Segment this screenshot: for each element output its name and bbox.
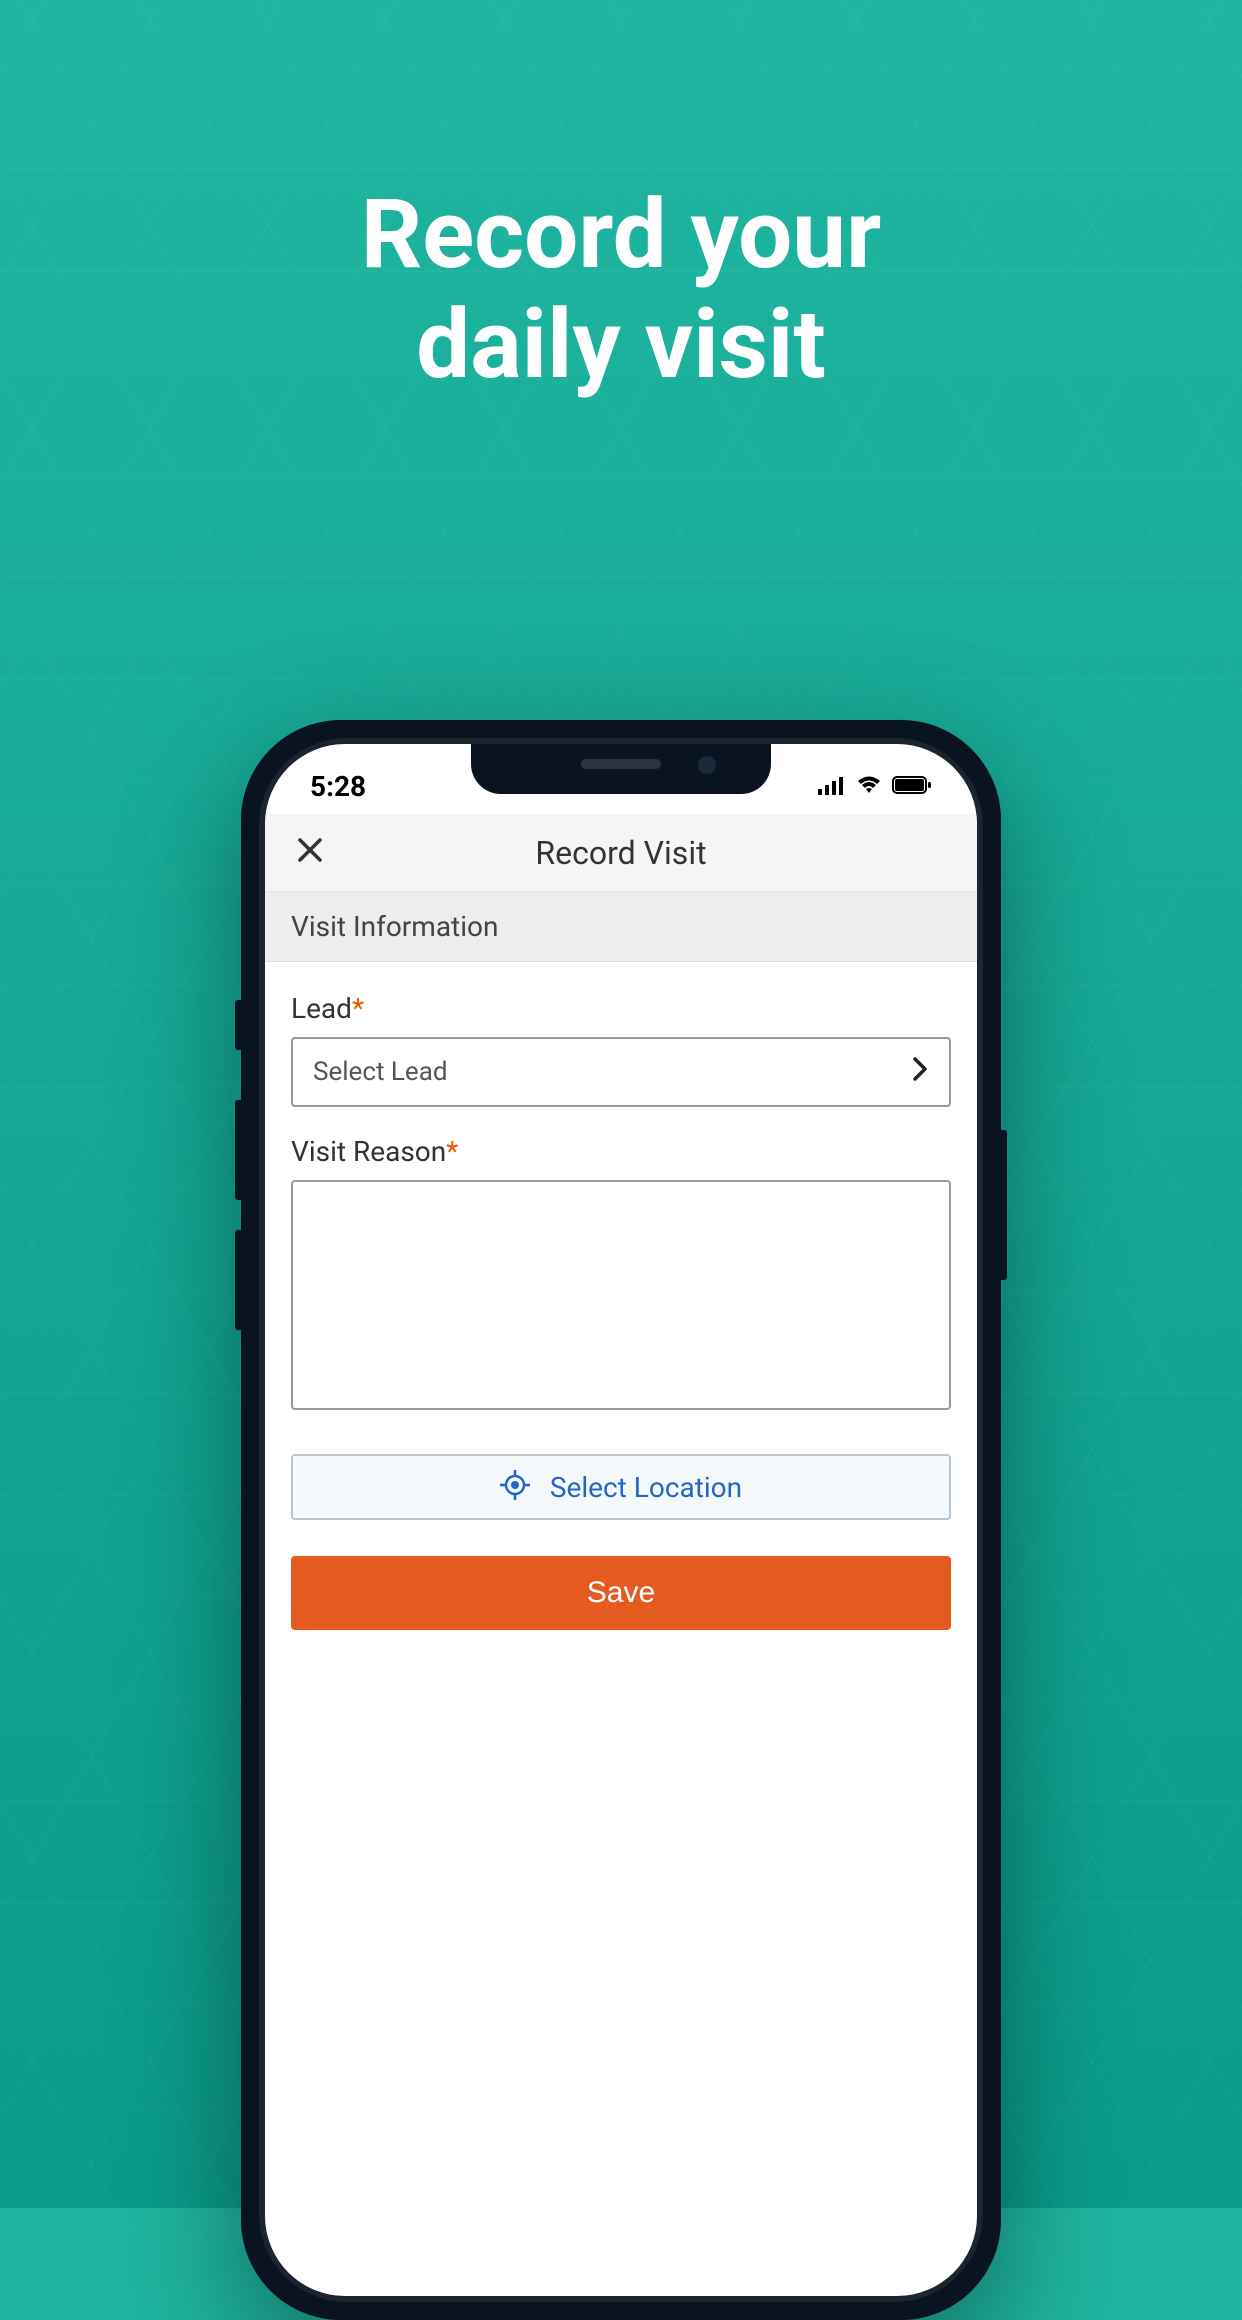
wifi-icon [856,775,882,799]
required-indicator: * [446,1135,458,1168]
phone-frame: 5:28 [241,720,1001,2320]
marketing-title: Record your daily visit [0,180,1242,401]
lead-label: Lead* [291,992,951,1025]
page-header: Record Visit [265,814,977,892]
status-time: 5:28 [310,770,366,803]
reason-label: Visit Reason* [291,1135,951,1168]
notch [471,744,771,794]
location-button-label: Select Location [550,1471,742,1504]
side-button [235,1100,243,1200]
side-button [999,1130,1007,1280]
side-button [235,1230,243,1330]
marketing-title-line2: daily visit [416,289,826,401]
save-button-label: Save [587,1576,655,1609]
battery-icon [892,775,932,799]
lead-label-text: Lead [291,992,352,1025]
phone-bezel: 5:28 [259,738,983,2302]
reason-textarea[interactable] [291,1180,951,1410]
chevron-right-icon [911,1055,929,1090]
marketing-title-line1: Record your [361,179,881,291]
speaker [581,759,661,769]
lead-placeholder: Select Lead [313,1057,448,1087]
reason-label-text: Visit Reason [291,1135,446,1168]
form-content: Lead* Select Lead Visit Reason* [265,962,977,1660]
status-icons [818,775,932,799]
close-button[interactable] [295,835,325,871]
section-header: Visit Information [265,892,977,962]
close-icon [295,832,325,874]
camera [698,756,716,774]
select-location-button[interactable]: Select Location [291,1454,951,1520]
crosshair-icon [500,1470,530,1504]
phone-screen: 5:28 [265,744,977,2296]
page-title: Record Visit [295,834,947,872]
cellular-icon [818,775,846,799]
save-button[interactable]: Save [291,1556,951,1630]
side-button [235,1000,243,1050]
required-indicator: * [352,992,364,1025]
lead-select[interactable]: Select Lead [291,1037,951,1107]
